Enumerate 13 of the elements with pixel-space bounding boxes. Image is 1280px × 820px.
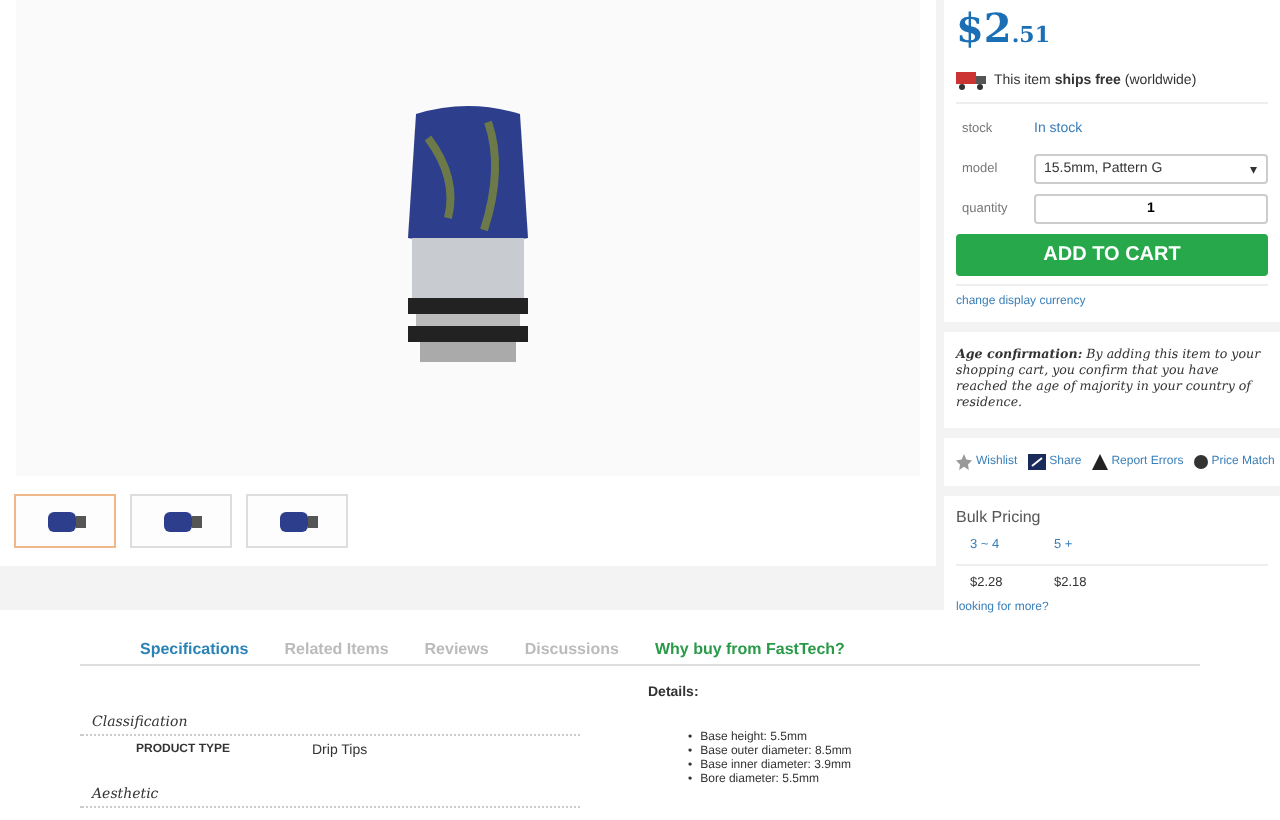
thumbnail[interactable] — [130, 494, 232, 548]
thumbnail[interactable] — [14, 494, 116, 548]
add-to-cart-button[interactable]: ADD TO CART — [956, 234, 1268, 276]
truck-icon — [956, 72, 988, 90]
thumbnail[interactable] — [246, 494, 348, 548]
warning-icon[interactable] — [1091, 454, 1108, 470]
tab[interactable]: Why buy from FastTech? — [654, 640, 845, 658]
coin-icon[interactable] — [1193, 454, 1208, 470]
share-icon[interactable] — [1027, 454, 1046, 470]
star-icon[interactable] — [956, 454, 972, 470]
price: $2.51 — [956, 2, 1052, 52]
bulk-pricing-title: Bulk Pricing — [956, 508, 1043, 526]
tab[interactable]: Specifications — [140, 640, 249, 658]
